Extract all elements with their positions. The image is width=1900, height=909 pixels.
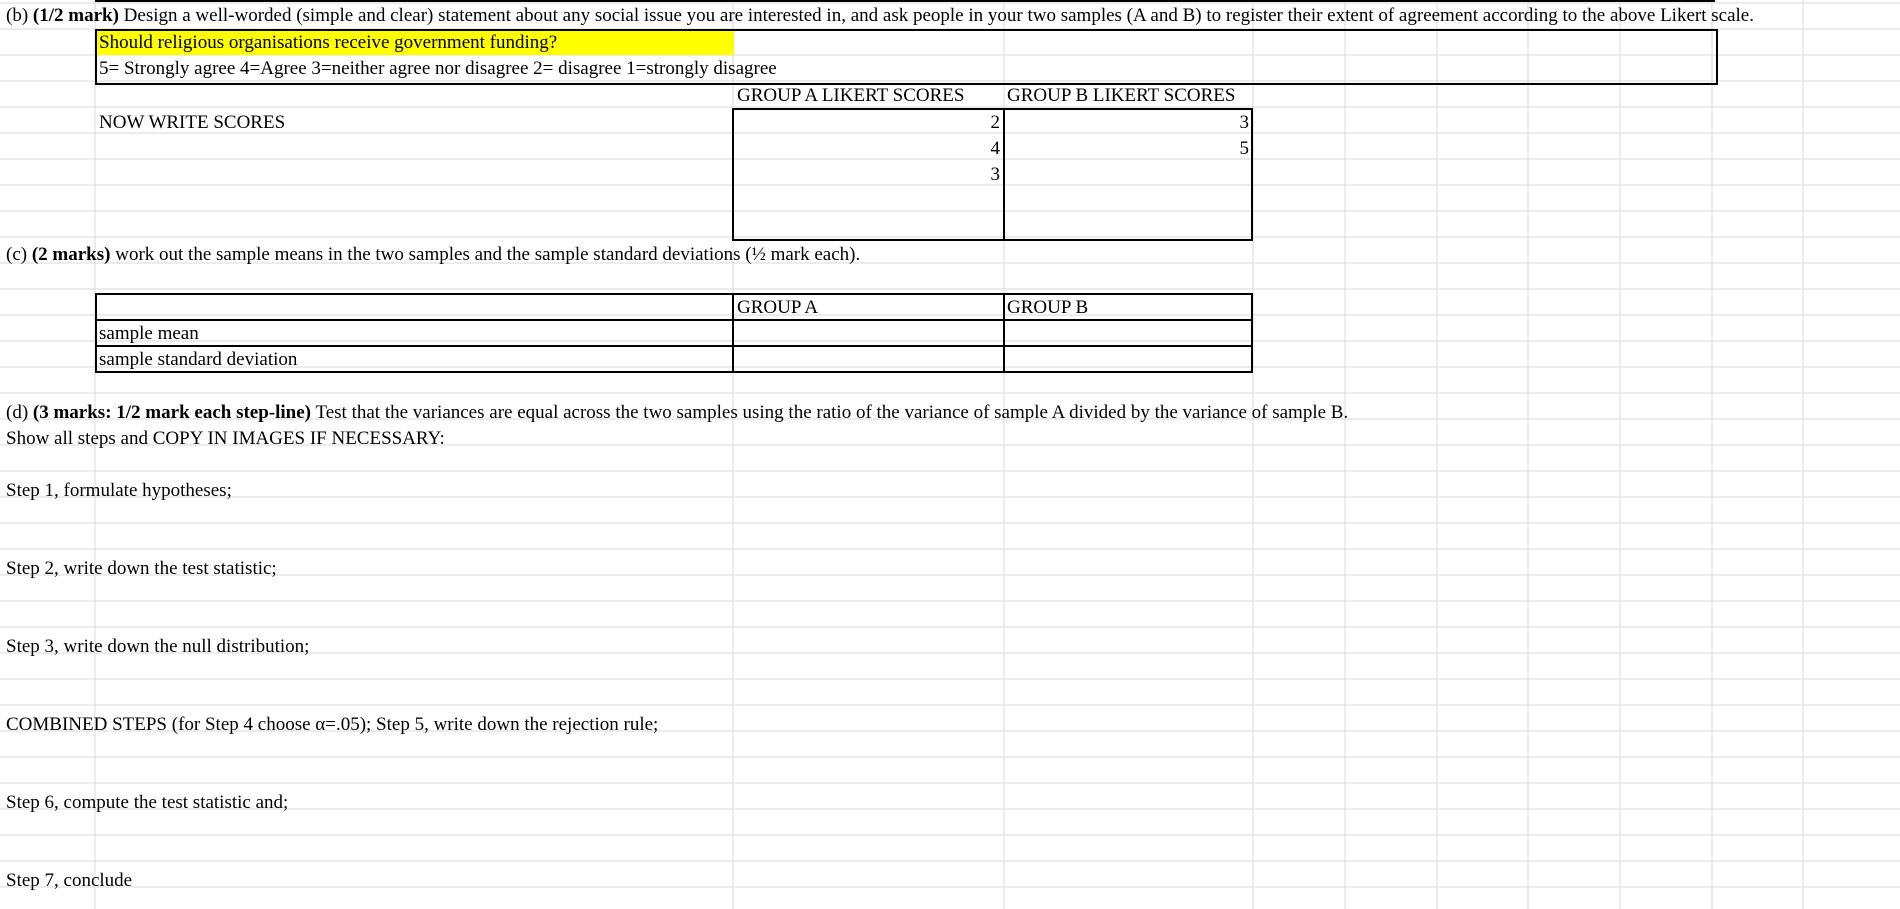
- part-b-text: Design a well-worded (simple and clear) …: [123, 5, 1754, 26]
- part-b-heading[interactable]: (b) (1/2 mark) Design a well-worded (sim…: [6, 6, 1754, 26]
- group-b-score[interactable]: 3: [1219, 113, 1250, 133]
- scores-divider: [1003, 108, 1005, 241]
- group-a-score[interactable]: 4: [970, 139, 1001, 159]
- stats-row-divider: [95, 345, 1253, 347]
- stats-col-divider: [732, 293, 734, 373]
- part-d-heading[interactable]: (d) (3 marks: 1/2 mark each step-line) T…: [6, 403, 1348, 423]
- part-c-text: work out the sample means in the two sam…: [115, 244, 861, 265]
- step-3[interactable]: Step 3, write down the null distribution…: [6, 637, 309, 657]
- sample-sd-label[interactable]: sample standard deviation: [99, 350, 297, 370]
- stats-header-group-b[interactable]: GROUP B: [1007, 298, 1088, 318]
- step-6[interactable]: Step 6, compute the test statistic and;: [6, 793, 288, 813]
- group-a-score[interactable]: 2: [970, 113, 1001, 133]
- stats-col-divider: [1003, 293, 1005, 373]
- part-d-label: (d): [6, 402, 29, 423]
- step-2[interactable]: Step 2, write down the test statistic;: [6, 559, 277, 579]
- stats-header-group-a[interactable]: GROUP A: [737, 298, 818, 318]
- part-c-label: (c): [6, 244, 28, 265]
- part-d-marks: (3 marks: 1/2 mark each step-line): [32, 402, 312, 423]
- group-b-likert-header[interactable]: GROUP B LIKERT SCORES: [1007, 86, 1235, 106]
- show-steps-instruction[interactable]: Show all steps and COPY IN IMAGES IF NEC…: [6, 429, 445, 449]
- group-b-score[interactable]: 5: [1219, 139, 1250, 159]
- part-b-label: (b): [6, 5, 29, 26]
- top-border: [95, 0, 1715, 2]
- part-b-marks: (1/2 mark): [32, 5, 119, 26]
- step-7[interactable]: Step 7, conclude: [6, 871, 132, 891]
- part-c-heading[interactable]: (c) (2 marks) work out the sample means …: [6, 245, 860, 265]
- group-a-likert-header[interactable]: GROUP A LIKERT SCORES: [737, 86, 964, 106]
- sample-mean-label[interactable]: sample mean: [99, 324, 199, 344]
- combined-steps[interactable]: COMBINED STEPS (for Step 4 choose α=.05)…: [6, 715, 658, 735]
- now-write-scores-label[interactable]: NOW WRITE SCORES: [99, 113, 285, 133]
- stats-row-divider: [95, 319, 1253, 321]
- statement-cell[interactable]: Should religious organisations receive g…: [99, 33, 557, 53]
- likert-scale-cell[interactable]: 5= Strongly agree 4=Agree 3=neither agre…: [99, 59, 777, 79]
- part-d-text: Test that the variances are equal across…: [315, 402, 1349, 423]
- part-c-marks: (2 marks): [31, 244, 111, 265]
- group-a-score[interactable]: 3: [970, 165, 1001, 185]
- step-1[interactable]: Step 1, formulate hypotheses;: [6, 481, 232, 501]
